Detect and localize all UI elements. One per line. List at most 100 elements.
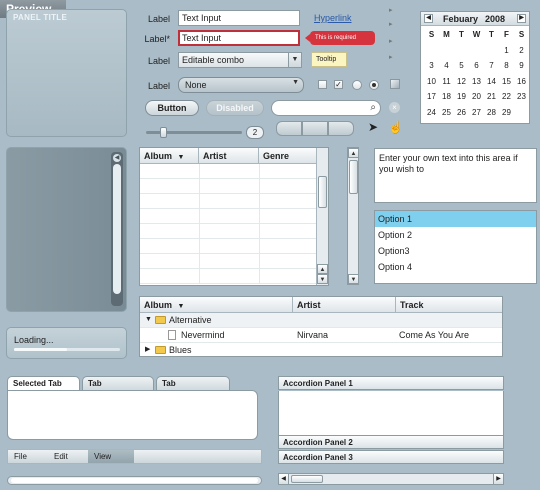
panel-scrollbar[interactable]: ◀ xyxy=(111,152,123,306)
checkbox-unchecked[interactable] xyxy=(318,80,327,89)
button[interactable]: Button xyxy=(145,100,199,116)
table-row[interactable] xyxy=(140,209,316,224)
calendar-day[interactable]: 13 xyxy=(469,77,484,93)
calendar-day[interactable]: 8 xyxy=(499,61,514,77)
scroll-right-icon[interactable]: ▶ xyxy=(493,474,503,484)
calendar-day[interactable]: 1 xyxy=(499,46,514,62)
list-item[interactable]: Option 4 xyxy=(375,259,536,275)
menu-view[interactable]: View xyxy=(88,450,134,463)
tab[interactable]: Tab xyxy=(156,376,230,390)
scroll-left-icon[interactable]: ◀ xyxy=(279,474,289,484)
small-arrow-icon[interactable]: ▸ xyxy=(389,20,393,28)
calendar-day[interactable]: 9 xyxy=(514,61,529,77)
segmented-button-1[interactable] xyxy=(276,121,302,136)
table-row[interactable] xyxy=(140,224,316,239)
text-input-required[interactable]: Text Input xyxy=(178,30,300,46)
slider-thumb[interactable] xyxy=(11,478,258,483)
tree-column-track[interactable]: Track xyxy=(396,297,502,313)
small-arrow-icon[interactable]: ▸ xyxy=(389,37,393,45)
text-input-1[interactable]: Text Input xyxy=(178,10,300,26)
table-row[interactable] xyxy=(140,269,316,284)
calendar-day[interactable]: 19 xyxy=(454,92,469,108)
tab[interactable]: Tab xyxy=(82,376,154,390)
calendar-day[interactable]: 10 xyxy=(424,77,439,93)
calendar-day[interactable]: 16 xyxy=(514,77,529,93)
table-row[interactable] xyxy=(140,239,316,254)
radio-selected[interactable] xyxy=(369,80,379,90)
editable-combo[interactable]: Editable combo ▼ xyxy=(178,52,302,68)
table-row[interactable] xyxy=(140,254,316,269)
grid-scroll-thumb[interactable] xyxy=(318,176,327,208)
calendar-day[interactable]: 24 xyxy=(424,108,439,124)
list-item[interactable]: Option3 xyxy=(375,243,536,259)
resize-grip-icon[interactable] xyxy=(390,79,400,89)
calendar-day[interactable]: 15 xyxy=(499,77,514,93)
calendar-day[interactable]: 3 xyxy=(424,61,439,77)
panel-scroll-thumb[interactable] xyxy=(113,164,121,294)
grid-column-artist[interactable]: Artist xyxy=(199,148,259,164)
tree-column-album[interactable]: Album ▼ xyxy=(140,297,293,313)
calendar-day[interactable]: 26 xyxy=(454,108,469,124)
dropdown-select[interactable]: None ▼ xyxy=(178,77,304,93)
small-arrow-icon[interactable]: ▸ xyxy=(389,53,393,61)
vertical-scrollbar[interactable]: ▲ ▼ xyxy=(347,147,359,285)
horizontal-scrollbar[interactable]: ◀ ▶ xyxy=(278,473,504,485)
menu-file[interactable]: File xyxy=(8,450,33,463)
calendar-day[interactable]: 21 xyxy=(484,92,499,108)
calendar-day[interactable]: 28 xyxy=(484,108,499,124)
scroll-thumb[interactable] xyxy=(349,160,358,194)
small-arrow-icon[interactable]: ▸ xyxy=(389,6,393,14)
table-row[interactable] xyxy=(140,194,316,209)
search-input[interactable]: ⌕ xyxy=(271,100,381,116)
calendar-day[interactable]: 20 xyxy=(469,92,484,108)
tab-selected[interactable]: Selected Tab xyxy=(7,376,80,390)
table-row[interactable] xyxy=(140,179,316,194)
grid-column-album[interactable]: Album ▼ xyxy=(140,148,199,164)
list-item[interactable]: Option 1 xyxy=(375,211,536,227)
accordion-header-3[interactable]: Accordion Panel 3 xyxy=(278,450,504,464)
grid-column-genre[interactable]: Genre xyxy=(259,148,317,164)
calendar-day[interactable]: 7 xyxy=(484,61,499,77)
scroll-down-icon[interactable]: ▼ xyxy=(348,274,359,284)
calendar-day[interactable]: 18 xyxy=(439,92,454,108)
spinner-value[interactable]: 2 xyxy=(246,126,264,139)
calendar-day[interactable]: 11 xyxy=(439,77,454,93)
hyperlink[interactable]: Hyperlink xyxy=(314,13,352,23)
table-row[interactable] xyxy=(140,164,316,179)
next-month-icon[interactable]: ▶ xyxy=(517,14,526,23)
calendar-day[interactable]: 29 xyxy=(499,108,514,124)
expand-down-icon[interactable]: ▼ xyxy=(145,316,152,323)
calendar-day[interactable]: 25 xyxy=(439,108,454,124)
chevron-down-icon[interactable]: ▼ xyxy=(288,53,301,67)
tree-column-artist[interactable]: Artist xyxy=(293,297,396,313)
calendar-day[interactable]: 5 xyxy=(454,61,469,77)
accordion-header-1[interactable]: Accordion Panel 1 xyxy=(278,376,504,390)
calendar-day[interactable]: 4 xyxy=(439,61,454,77)
checkbox-checked[interactable]: ✓ xyxy=(334,80,343,89)
radio-unselected[interactable] xyxy=(352,80,362,90)
horizontal-slider[interactable] xyxy=(7,476,262,485)
segmented-button-2[interactable] xyxy=(302,121,328,136)
calendar-day[interactable]: 12 xyxy=(454,77,469,93)
menu-edit[interactable]: Edit xyxy=(48,450,74,463)
calendar-day[interactable]: 17 xyxy=(424,92,439,108)
chevron-down-icon[interactable]: ▼ xyxy=(292,79,299,86)
calendar-day[interactable]: 2 xyxy=(514,46,529,62)
tree-row[interactable]: ▶ Blues xyxy=(140,343,502,358)
slider-thumb[interactable] xyxy=(160,127,167,138)
tree-row[interactable]: Nevermind Nirvana Come As You Are xyxy=(140,328,502,343)
text-area[interactable]: Enter your own text into this area if yo… xyxy=(374,148,537,203)
calendar-day[interactable]: 27 xyxy=(469,108,484,124)
tree-row[interactable]: ▼ Alternative xyxy=(140,313,502,328)
prev-month-icon[interactable]: ◀ xyxy=(424,14,433,23)
list-item[interactable]: Option 2 xyxy=(375,227,536,243)
calendar-day[interactable]: 23 xyxy=(514,92,529,108)
grid-vscrollbar[interactable]: ▲ ▼ xyxy=(316,148,328,285)
scroll-thumb[interactable] xyxy=(291,475,323,483)
expand-right-icon[interactable]: ▶ xyxy=(145,345,150,353)
scroll-up-icon[interactable]: ▲ xyxy=(348,148,359,158)
scroll-left-icon[interactable]: ◀ xyxy=(113,154,121,162)
segmented-button-3[interactable] xyxy=(328,121,354,136)
clear-icon[interactable]: × xyxy=(389,102,400,113)
scroll-up-icon[interactable]: ▲ xyxy=(317,264,328,274)
